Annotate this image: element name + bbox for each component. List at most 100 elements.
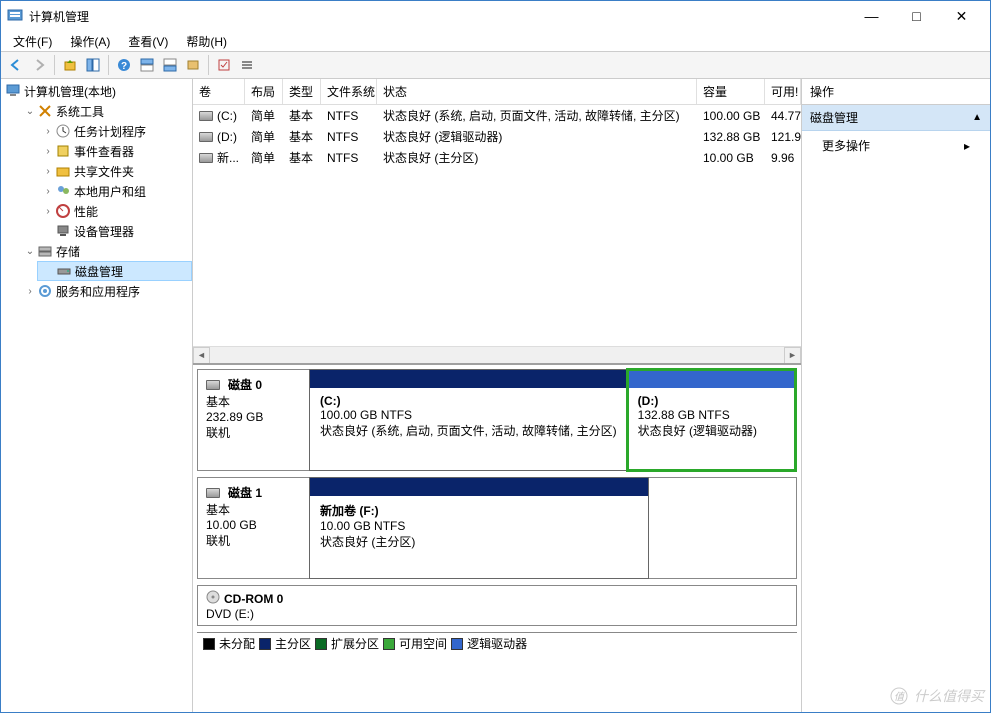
disk-icon: [206, 488, 220, 498]
partition-bar-primary: [310, 478, 648, 496]
tree-event-viewer[interactable]: › 事件查看器: [37, 141, 192, 161]
tree-root[interactable]: 计算机管理(本地): [1, 81, 192, 101]
disk-mgmt-icon: [56, 263, 72, 279]
expand-icon[interactable]: ›: [41, 166, 55, 177]
tree-shared-folders[interactable]: › 共享文件夹: [37, 161, 192, 181]
help-button[interactable]: ?: [113, 54, 135, 76]
menu-view[interactable]: 查看(V): [120, 31, 176, 52]
expand-icon[interactable]: ›: [41, 186, 55, 197]
users-icon: [55, 183, 71, 199]
tree-root-label: 计算机管理(本地): [24, 83, 116, 100]
menubar: 文件(F) 操作(A) 查看(V) 帮助(H): [1, 31, 990, 51]
view-top-button[interactable]: [136, 54, 158, 76]
tree-services-apps[interactable]: › 服务和应用程序: [19, 281, 192, 301]
tree-storage-label: 存储: [56, 243, 80, 260]
actions-category-disk-management[interactable]: 磁盘管理 ▲: [802, 105, 990, 131]
scroll-right-button[interactable]: ►: [784, 347, 801, 364]
show-hide-tree-button[interactable]: [82, 54, 104, 76]
expand-icon[interactable]: ›: [41, 126, 55, 137]
collapse-icon[interactable]: ⌄: [23, 246, 37, 257]
partition-status: 状态良好 (主分区): [320, 535, 415, 549]
tree-system-tools[interactable]: ⌄ 系统工具: [19, 101, 192, 121]
partition-c[interactable]: (C:) 100.00 GB NTFS 状态良好 (系统, 启动, 页面文件, …: [309, 369, 628, 471]
col-layout[interactable]: 布局: [245, 79, 283, 104]
horizontal-scrollbar[interactable]: ◄ ►: [193, 346, 801, 363]
partition-status: 状态良好 (逻辑驱动器): [638, 424, 757, 438]
vol-name: (C:): [217, 109, 237, 123]
center-panel: 卷 布局 类型 文件系统 状态 容量 可用! (C:) 简单 基本 NTFS 状…: [193, 79, 802, 712]
table-row[interactable]: (C:) 简单 基本 NTFS 状态良好 (系统, 启动, 页面文件, 活动, …: [193, 105, 801, 126]
tree-shared-folders-label: 共享文件夹: [74, 163, 134, 180]
tree-performance[interactable]: › 性能: [37, 201, 192, 221]
services-icon: [37, 283, 53, 299]
up-button[interactable]: [59, 54, 81, 76]
close-button[interactable]: ✕: [939, 2, 984, 31]
col-free[interactable]: 可用!: [765, 79, 801, 104]
tree-local-users[interactable]: › 本地用户和组: [37, 181, 192, 201]
settings-button[interactable]: [182, 54, 204, 76]
actions-more[interactable]: 更多操作 ▸: [802, 131, 990, 160]
disk-0-info: 磁盘 0 基本 232.89 GB 联机: [198, 370, 310, 470]
tree-local-users-label: 本地用户和组: [74, 183, 146, 200]
forward-button[interactable]: [28, 54, 50, 76]
scroll-left-button[interactable]: ◄: [193, 347, 210, 364]
partition-title: (C:): [320, 394, 341, 408]
col-filesystem[interactable]: 文件系统: [321, 79, 377, 104]
table-row[interactable]: (D:) 简单 基本 NTFS 状态良好 (逻辑驱动器) 132.88 GB 1…: [193, 126, 801, 147]
tree-device-manager[interactable]: 设备管理器: [37, 221, 192, 241]
app-icon: [7, 8, 23, 24]
refresh-button[interactable]: [213, 54, 235, 76]
minimize-button[interactable]: —: [849, 2, 894, 31]
tree-panel[interactable]: 计算机管理(本地) ⌄ 系统工具 ›任务计划程序 › 事件查看器 › 共享文件夹 ›…: [1, 79, 193, 712]
tree-event-viewer-label: 事件查看器: [74, 143, 134, 160]
col-type[interactable]: 类型: [283, 79, 321, 104]
actions-more-label: 更多操作: [822, 137, 870, 154]
maximize-button[interactable]: □: [894, 2, 939, 31]
tree-system-tools-label: 系统工具: [56, 103, 104, 120]
legend-unallocated-swatch: [203, 638, 215, 650]
partition-d[interactable]: (D:) 132.88 GB NTFS 状态良好 (逻辑驱动器): [627, 369, 796, 471]
device-icon: [55, 223, 71, 239]
partition-size: 100.00 GB NTFS: [320, 408, 412, 422]
expand-icon[interactable]: ›: [41, 146, 55, 157]
actions-header: 操作: [802, 79, 990, 105]
disk-0[interactable]: 磁盘 0 基本 232.89 GB 联机 (C:) 100.00 GB NTFS…: [197, 369, 797, 471]
volume-icon: [199, 153, 213, 163]
vol-name: (D:): [217, 130, 237, 144]
main-area: 计算机管理(本地) ⌄ 系统工具 ›任务计划程序 › 事件查看器 › 共享文件夹 ›…: [1, 79, 990, 712]
legend-extended: 扩展分区: [331, 635, 379, 652]
tree-storage[interactable]: ⌄ 存储: [19, 241, 192, 261]
perf-icon: [55, 203, 71, 219]
partition-f[interactable]: 新加卷 (F:) 10.00 GB NTFS 状态良好 (主分区): [309, 477, 649, 579]
tree-device-manager-label: 设备管理器: [74, 223, 134, 240]
collapse-icon[interactable]: ⌄: [23, 106, 37, 117]
volume-body[interactable]: (C:) 简单 基本 NTFS 状态良好 (系统, 启动, 页面文件, 活动, …: [193, 105, 801, 346]
volume-icon: [199, 132, 213, 142]
expand-icon[interactable]: ›: [23, 286, 37, 297]
back-button[interactable]: [5, 54, 27, 76]
partition-size: 132.88 GB NTFS: [638, 408, 730, 422]
scroll-track[interactable]: [210, 347, 784, 364]
partition-bar-logical: [628, 370, 795, 388]
menu-action[interactable]: 操作(A): [62, 31, 118, 52]
view-bottom-button[interactable]: [159, 54, 181, 76]
storage-icon: [37, 243, 53, 259]
computer-icon: [5, 83, 21, 99]
col-capacity[interactable]: 容量: [697, 79, 765, 104]
legend: 未分配 主分区 扩展分区 可用空间 逻辑驱动器: [197, 632, 797, 654]
disk-1-info: 磁盘 1 基本 10.00 GB 联机: [198, 478, 310, 578]
legend-extended-swatch: [315, 638, 327, 650]
col-status[interactable]: 状态: [377, 79, 697, 104]
cdrom-0[interactable]: CD-ROM 0 DVD (E:): [197, 585, 797, 626]
col-volume[interactable]: 卷: [193, 79, 245, 104]
expand-icon[interactable]: ›: [41, 206, 55, 217]
tree-disk-management[interactable]: 磁盘管理: [37, 261, 192, 281]
menu-file[interactable]: 文件(F): [5, 31, 60, 52]
table-row[interactable]: 新... 简单 基本 NTFS 状态良好 (主分区) 10.00 GB 9.96: [193, 147, 801, 168]
list-button[interactable]: [236, 54, 258, 76]
tree-performance-label: 性能: [74, 203, 98, 220]
disk-1[interactable]: 磁盘 1 基本 10.00 GB 联机 新加卷 (F:) 10.00 GB NT…: [197, 477, 797, 579]
menu-help[interactable]: 帮助(H): [178, 31, 235, 52]
tree-task-scheduler[interactable]: ›任务计划程序: [37, 121, 192, 141]
window-title: 计算机管理: [29, 8, 849, 25]
